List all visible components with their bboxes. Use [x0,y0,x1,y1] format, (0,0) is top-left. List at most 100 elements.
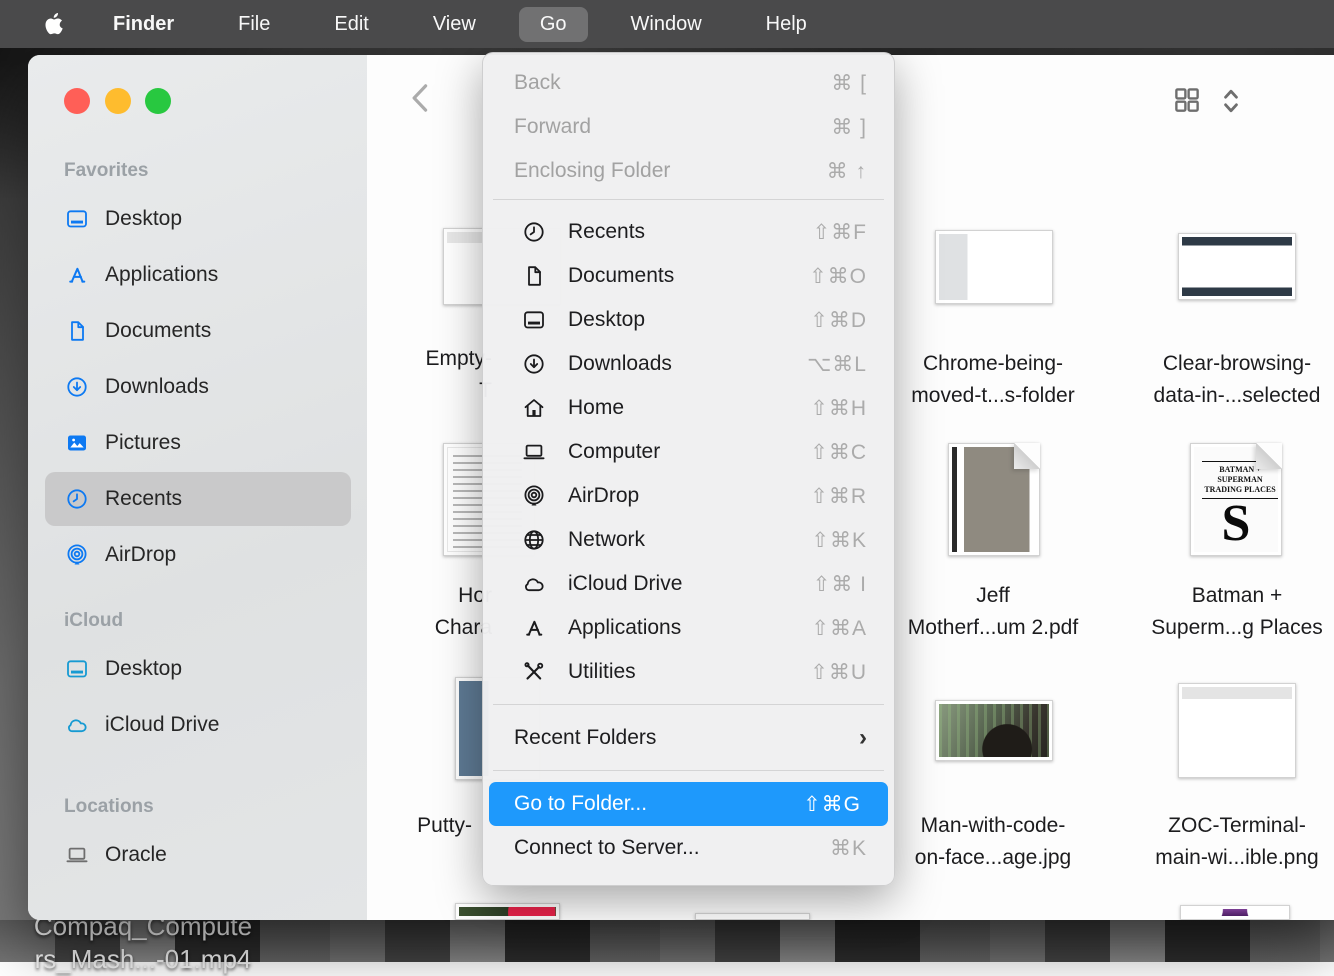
sidebar-item-icloud-drive[interactable]: iCloud Drive [28,697,367,753]
file-name-line: on-face...age.jpg [903,842,1083,874]
menu-item-shortcut: ⌘K [830,836,867,861]
file-thumbnail-batman-doc[interactable]: BATMAN +SUPERMANTRADING PLACES S [1190,443,1282,556]
menu-item-label: iCloud Drive [568,572,682,596]
file-name-jeff-pdf[interactable]: JeffMotherf...um 2.pdf [903,580,1083,644]
file-thumbnail-man-code[interactable] [935,700,1053,761]
file-thumbnail-purple-partial[interactable] [1180,905,1290,920]
file-name-clear-browsing[interactable]: Clear-browsing-data-in-...selected [1147,348,1327,412]
thumbnail-art [1184,909,1286,916]
menu-item-desktop[interactable]: Desktop⇧⌘D [483,298,894,342]
file-name-line: Batman + [1147,580,1327,612]
laptop-icon [62,843,92,867]
file-name-batman-doc[interactable]: Batman +Superm...g Places [1147,580,1327,644]
clock-icon [62,487,92,511]
batman-doc-logo: S [1194,499,1278,549]
menu-item-label: AirDrop [568,484,639,508]
page-fold-corner [1256,443,1282,469]
grid-view-icon[interactable] [1172,85,1202,117]
back-chevron-icon[interactable] [407,81,437,115]
menu-bar: Finder File Edit View Go Window Help [0,0,1334,48]
sort-chevrons-icon[interactable] [1218,85,1244,117]
menu-item-downloads[interactable]: Downloads⌥⌘L [483,342,894,386]
sidebar-item-airdrop[interactable]: AirDrop [28,527,367,583]
menubar-item-file[interactable]: File [217,7,291,42]
sidebar-item-pictures[interactable]: Pictures [28,415,367,471]
menu-item-airdrop[interactable]: AirDrop⇧⌘R [483,474,894,518]
menu-item-label: Go to Folder... [514,792,647,816]
sidebar-item-label: Pictures [105,431,181,455]
menu-item-home[interactable]: Home⇧⌘H [483,386,894,430]
menu-item-shortcut: ⌘ ↑ [827,159,867,184]
menu-item-label: Computer [568,440,660,464]
file-name-line: Jeff [903,580,1083,612]
menu-item-shortcut: ⇧⌘D [810,308,867,333]
file-name-man-code[interactable]: Man-with-code-on-face...age.jpg [903,810,1083,874]
file-thumbnail-flower-partial[interactable] [455,903,560,920]
sidebar-item-label: Applications [105,263,218,287]
desktop-icon [519,308,549,332]
thumbnail-art [939,704,1049,757]
menubar-item-edit[interactable]: Edit [313,7,389,42]
sidebar-item-label: Desktop [105,657,182,681]
go-dropdown-menu: Back⌘ [Forward⌘ ]Enclosing Folder⌘ ↑ Rec… [482,52,895,886]
menu-item-documents[interactable]: Documents⇧⌘O [483,254,894,298]
menubar-item-go[interactable]: Go [519,7,588,42]
menu-item-label: Utilities [568,660,636,684]
sidebar-section-header-locations: Locations [28,787,367,827]
menu-item-label: Back [514,71,561,95]
cloud-icon [62,713,92,737]
menubar-item-window[interactable]: Window [610,7,723,42]
file-thumbnail-clear-browsing[interactable] [1178,233,1296,300]
file-name-line: main-wi...ible.png [1147,842,1327,874]
menu-item-utilities[interactable]: Utilities⇧⌘U [483,650,894,694]
menu-item-enclosing-folder: Enclosing Folder ⌘ ↑ [483,149,894,193]
menu-item-back: Back ⌘ [ [483,61,894,105]
appstore-icon [519,616,549,640]
file-thumbnail-green-partial[interactable] [695,913,810,920]
menu-item-shortcut: ⇧⌘O [809,264,867,289]
sidebar-item-oracle[interactable]: Oracle [28,827,367,883]
menubar-item-view[interactable]: View [412,7,497,42]
file-thumbnail-zoc-terminal[interactable] [1178,683,1296,778]
download-icon [62,375,92,399]
menu-item-shortcut: ⇧⌘F [813,220,867,245]
menu-item-computer[interactable]: Computer⇧⌘C [483,430,894,474]
file-thumbnail-jeff-pdf[interactable] [948,443,1040,556]
menubar-item-finder[interactable]: Finder [92,7,195,42]
sidebar-item-desktop[interactable]: Desktop [28,191,367,247]
menu-item-connect-to-server[interactable]: Connect to Server... ⌘K [483,826,894,870]
file-name-line: Superm...g Places [1147,612,1327,644]
sidebar-item-label: Downloads [105,375,209,399]
menu-item-applications[interactable]: Applications⇧⌘A [483,606,894,650]
menu-item-shortcut: ⌘ [ [831,71,867,96]
apple-icon[interactable] [42,11,64,37]
menu-item-network[interactable]: Network⇧⌘K [483,518,894,562]
sidebar-item-applications[interactable]: Applications [28,247,367,303]
menu-item-recent-folders[interactable]: Recent Folders › [483,716,894,760]
menu-item-label: Connect to Server... [514,836,700,860]
menu-item-icloud-drive[interactable]: iCloud Drive ⇧⌘ I [483,562,894,606]
laptop-icon [519,440,549,464]
menubar-item-help[interactable]: Help [745,7,828,42]
sidebar-item-label: iCloud Drive [105,713,219,737]
menu-item-label: Applications [568,616,681,640]
sidebar-item-downloads[interactable]: Downloads [28,359,367,415]
file-thumbnail-chrome-moved[interactable] [935,230,1053,304]
sidebar-item-documents[interactable]: Documents [28,303,367,359]
pictures-icon [62,431,92,455]
menu-item-recents[interactable]: Recents⇧⌘F [483,210,894,254]
sidebar-item-desktop[interactable]: Desktop [28,641,367,697]
menu-separator [493,770,884,771]
file-name-zoc-terminal[interactable]: ZOC-Terminal-main-wi...ible.png [1147,810,1327,874]
menu-item-go-to-folder[interactable]: Go to Folder... ⇧⌘G [489,782,888,826]
menu-item-label: Network [568,528,645,552]
airdrop-icon [519,484,549,508]
menu-item-shortcut: ⇧⌘G [803,792,861,817]
menu-item-label: Downloads [568,352,672,376]
menu-item-label: Enclosing Folder [514,159,670,183]
menu-item-shortcut: ⇧⌘ I [813,572,867,597]
sidebar-item-recents[interactable]: Recents [28,471,367,527]
thumbnail-art [459,907,556,916]
menu-item-label: Home [568,396,624,420]
file-name-chrome-moved[interactable]: Chrome-being-moved-t...s-folder [903,348,1083,412]
